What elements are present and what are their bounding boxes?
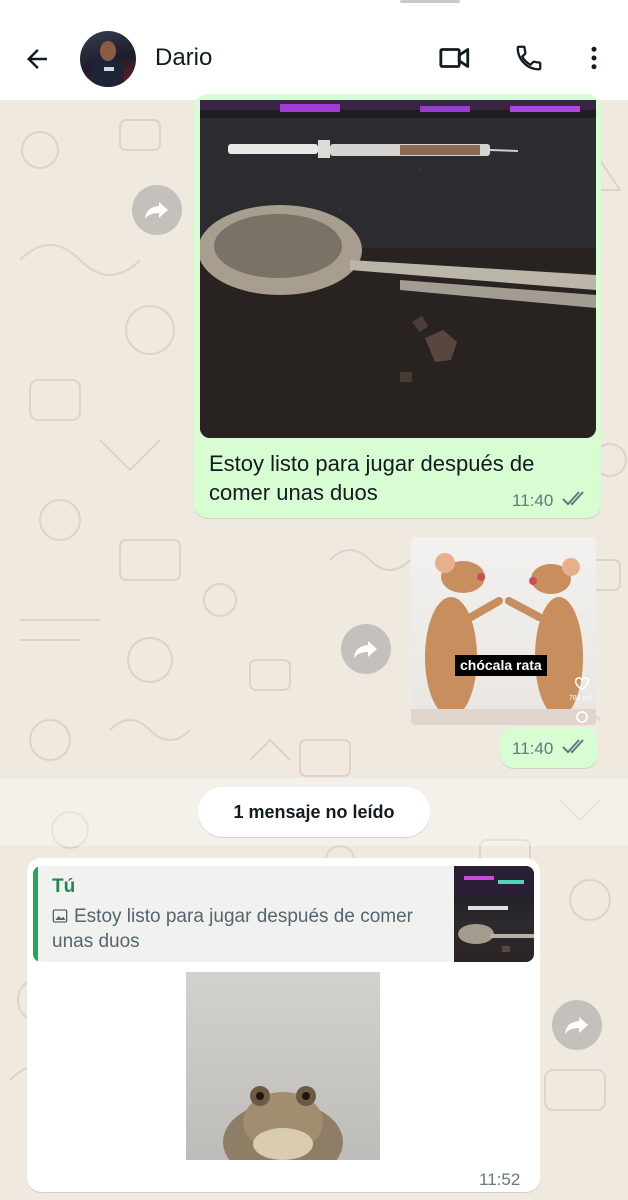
sticker-caption: chócala rata bbox=[455, 655, 547, 676]
message-time: 11:40 bbox=[512, 491, 554, 510]
more-options-button[interactable] bbox=[574, 38, 614, 78]
image-icon bbox=[52, 909, 68, 923]
message-time: 11:52 bbox=[479, 1170, 521, 1189]
video-call-button[interactable] bbox=[435, 38, 475, 78]
quote-author: Tú bbox=[52, 876, 76, 897]
voice-call-button[interactable] bbox=[509, 38, 549, 78]
quoted-message[interactable]: Tú Estoy listo para jugar después de com… bbox=[33, 866, 534, 962]
forward-icon bbox=[565, 1017, 588, 1034]
double-check-icon bbox=[562, 739, 584, 754]
message-sticker-rats[interactable]: 781 mil bbox=[411, 537, 596, 725]
contact-name[interactable]: Dario bbox=[155, 44, 212, 72]
quote-text: Estoy listo para jugar después de comer … bbox=[52, 904, 432, 954]
phone-icon bbox=[516, 45, 542, 71]
message-photo-spoon[interactable] bbox=[200, 100, 596, 438]
comment-icon bbox=[576, 711, 588, 723]
quote-text-content: Estoy listo para jugar después de comer … bbox=[52, 906, 414, 952]
forward-button[interactable] bbox=[552, 1000, 602, 1050]
message-photo-frog[interactable] bbox=[186, 972, 380, 1160]
forward-button[interactable] bbox=[132, 185, 182, 235]
forward-icon bbox=[354, 641, 377, 658]
likes-count: 781 mil bbox=[569, 695, 592, 702]
unread-messages-banner: 1 mensaje no leído bbox=[198, 787, 430, 837]
forward-button[interactable] bbox=[341, 624, 391, 674]
quote-thumbnail bbox=[454, 866, 534, 962]
back-button[interactable] bbox=[18, 40, 56, 78]
double-check-icon bbox=[562, 491, 584, 506]
heart-icon bbox=[574, 677, 590, 691]
arrow-left-icon bbox=[27, 49, 47, 69]
more-vertical-icon bbox=[591, 46, 597, 70]
chat-header: Dario bbox=[0, 0, 628, 100]
forward-icon bbox=[145, 202, 168, 219]
status-bar-edge bbox=[400, 0, 460, 3]
message-time: 11:40 bbox=[512, 739, 554, 758]
video-call-icon bbox=[439, 48, 470, 68]
quote-accent-bar bbox=[33, 866, 38, 962]
avatar[interactable] bbox=[80, 31, 136, 87]
